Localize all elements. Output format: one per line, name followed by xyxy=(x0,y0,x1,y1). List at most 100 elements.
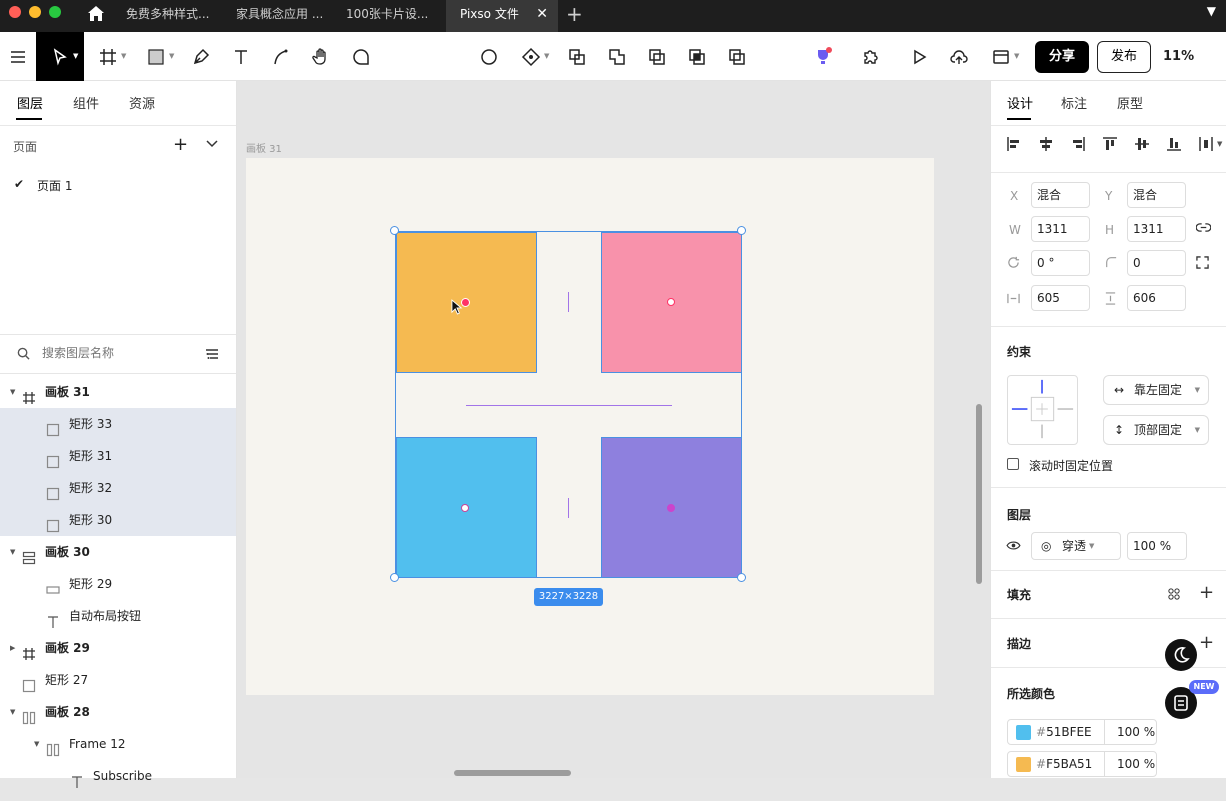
pen-tool-button[interactable] xyxy=(181,32,221,81)
layer-row[interactable]: ▼ Frame 12 xyxy=(0,728,236,760)
resize-handle-tl[interactable] xyxy=(390,226,399,235)
color-opacity[interactable]: 100 % xyxy=(1104,720,1155,744)
add-page-button[interactable]: + xyxy=(173,134,188,155)
chevron-down-icon[interactable]: ▼ xyxy=(10,376,15,408)
rotation-field[interactable]: 0 ° xyxy=(1031,250,1090,276)
tab-assets[interactable]: 资源 xyxy=(129,93,155,112)
close-window-button[interactable] xyxy=(9,6,21,18)
tab-file-1[interactable]: 免费多种样式... xyxy=(112,0,222,32)
expand-icon[interactable] xyxy=(1196,256,1209,272)
center-dot[interactable] xyxy=(667,298,675,306)
union-button[interactable] xyxy=(597,32,637,81)
align-left-icon[interactable] xyxy=(1006,136,1022,152)
align-right-icon[interactable] xyxy=(1070,136,1086,152)
dark-mode-button[interactable] xyxy=(1165,639,1197,671)
design-canvas[interactable]: 画板 31 3227×3228 xyxy=(237,81,990,778)
plugins-button[interactable] xyxy=(851,32,891,81)
layer-row[interactable]: 自动布局按钮 xyxy=(0,600,236,632)
color-swatch[interactable] xyxy=(1016,725,1031,740)
tab-file-2[interactable]: 家具概念应用 ... xyxy=(222,0,332,32)
chevron-down-icon[interactable]: ▼ xyxy=(1207,4,1216,18)
fix-scroll-checkbox[interactable] xyxy=(1007,458,1019,470)
width-field[interactable]: 1311 xyxy=(1031,216,1090,242)
vertical-scrollbar[interactable] xyxy=(976,404,982,584)
selected-color-row[interactable]: #F5BA51 100 % xyxy=(1007,751,1157,777)
color-hex[interactable]: #F5BA51 xyxy=(1036,752,1092,776)
maximize-window-button[interactable] xyxy=(49,6,61,18)
intersect-button[interactable] xyxy=(677,32,717,81)
v-spacing-field[interactable]: 606 xyxy=(1127,285,1186,311)
chevron-down-icon[interactable]: ▼ xyxy=(10,696,15,728)
comment-tool-button[interactable] xyxy=(341,32,381,81)
plugin-trophy-button[interactable] xyxy=(803,32,843,81)
height-field[interactable]: 1311 xyxy=(1127,216,1186,242)
align-bottom-icon[interactable] xyxy=(1166,136,1182,152)
zoom-level[interactable]: 11% xyxy=(1163,49,1194,64)
layer-row[interactable]: 矩形 29 xyxy=(0,568,236,600)
radius-field[interactable]: 0 xyxy=(1127,250,1186,276)
color-hex[interactable]: #51BFEE xyxy=(1036,720,1092,744)
layer-row[interactable]: ▼ 画板 31 xyxy=(0,376,236,408)
menu-button[interactable] xyxy=(0,32,36,81)
home-icon[interactable] xyxy=(86,4,106,24)
tab-layers[interactable]: 图层 xyxy=(17,93,43,112)
resize-handle-tr[interactable] xyxy=(737,226,746,235)
move-tool-button[interactable]: ▼ xyxy=(36,32,84,81)
layer-row[interactable]: ▼ 画板 28 xyxy=(0,696,236,728)
align-center-h-icon[interactable] xyxy=(1038,136,1054,152)
mask-button[interactable] xyxy=(557,32,597,81)
horizontal-scrollbar[interactable] xyxy=(454,770,571,776)
layer-row[interactable]: 矩形 27 xyxy=(0,664,236,696)
layer-row[interactable]: 矩形 32 xyxy=(0,472,236,504)
component-button[interactable]: ▼ xyxy=(511,32,551,81)
tab-file-active[interactable]: Pixso 文件 ✕ xyxy=(446,0,558,32)
opacity-field[interactable]: 100 % xyxy=(1127,532,1187,560)
publish-button[interactable]: 发布 xyxy=(1097,41,1151,73)
tab-prototype[interactable]: 原型 xyxy=(1117,93,1143,112)
new-tab-button[interactable]: + xyxy=(566,2,583,26)
eye-icon[interactable] xyxy=(1006,540,1021,554)
center-dot[interactable] xyxy=(667,504,675,512)
tab-components[interactable]: 组件 xyxy=(73,93,99,112)
resize-handle-br[interactable] xyxy=(737,573,746,582)
add-stroke-button[interactable]: + xyxy=(1199,632,1214,653)
caret-icon[interactable]: ▼ xyxy=(1217,140,1222,148)
layer-row[interactable]: ▶ 画板 29 xyxy=(0,632,236,664)
minimize-window-button[interactable] xyxy=(29,6,41,18)
constraint-vertical-dropdown[interactable]: ↕ 顶部固定 ▼ xyxy=(1103,415,1209,445)
constraint-widget[interactable] xyxy=(1007,375,1078,445)
page-item[interactable]: 页面 1 xyxy=(37,177,72,194)
tab-annotate[interactable]: 标注 xyxy=(1061,93,1087,112)
upload-button[interactable] xyxy=(939,32,979,81)
y-field[interactable]: 混合 xyxy=(1127,182,1186,208)
align-center-v-icon[interactable] xyxy=(1134,136,1150,152)
chevron-down-icon[interactable] xyxy=(205,136,219,153)
distribute-icon[interactable] xyxy=(1198,136,1214,152)
x-field[interactable]: 混合 xyxy=(1031,182,1090,208)
color-swatch[interactable] xyxy=(1016,757,1031,772)
chevron-down-icon[interactable]: ▼ xyxy=(34,728,39,760)
filter-icon[interactable] xyxy=(205,347,219,364)
shape-tool-button[interactable]: ▼ xyxy=(136,32,176,81)
board-label[interactable]: 画板 31 xyxy=(246,140,282,155)
align-top-icon[interactable] xyxy=(1102,136,1118,152)
layer-row[interactable]: 矩形 31 xyxy=(0,440,236,472)
layer-row[interactable]: Subscribe xyxy=(0,760,236,792)
center-dot[interactable] xyxy=(461,504,469,512)
add-fill-button[interactable]: + xyxy=(1199,582,1214,603)
layer-row[interactable]: ▼ 画板 30 xyxy=(0,536,236,568)
subtract-button[interactable] xyxy=(637,32,677,81)
blend-mode-dropdown[interactable]: ◎ 穿透 ▼ xyxy=(1031,532,1121,560)
ellipse-button[interactable] xyxy=(469,32,509,81)
tab-file-3[interactable]: 100张卡片设... xyxy=(332,0,442,32)
selected-color-row[interactable]: #51BFEE 100 % xyxy=(1007,719,1157,745)
close-icon[interactable]: ✕ xyxy=(536,0,548,28)
pencil-tool-button[interactable] xyxy=(261,32,301,81)
frame-tool-button[interactable]: ▼ xyxy=(88,32,128,81)
text-tool-button[interactable] xyxy=(221,32,261,81)
tab-design[interactable]: 设计 xyxy=(1007,93,1033,112)
chevron-down-icon[interactable]: ▼ xyxy=(10,536,15,568)
layer-row[interactable]: 矩形 30 xyxy=(0,504,236,536)
chevron-right-icon[interactable]: ▶ xyxy=(10,632,15,664)
layout-button[interactable]: ▼ xyxy=(981,32,1021,81)
